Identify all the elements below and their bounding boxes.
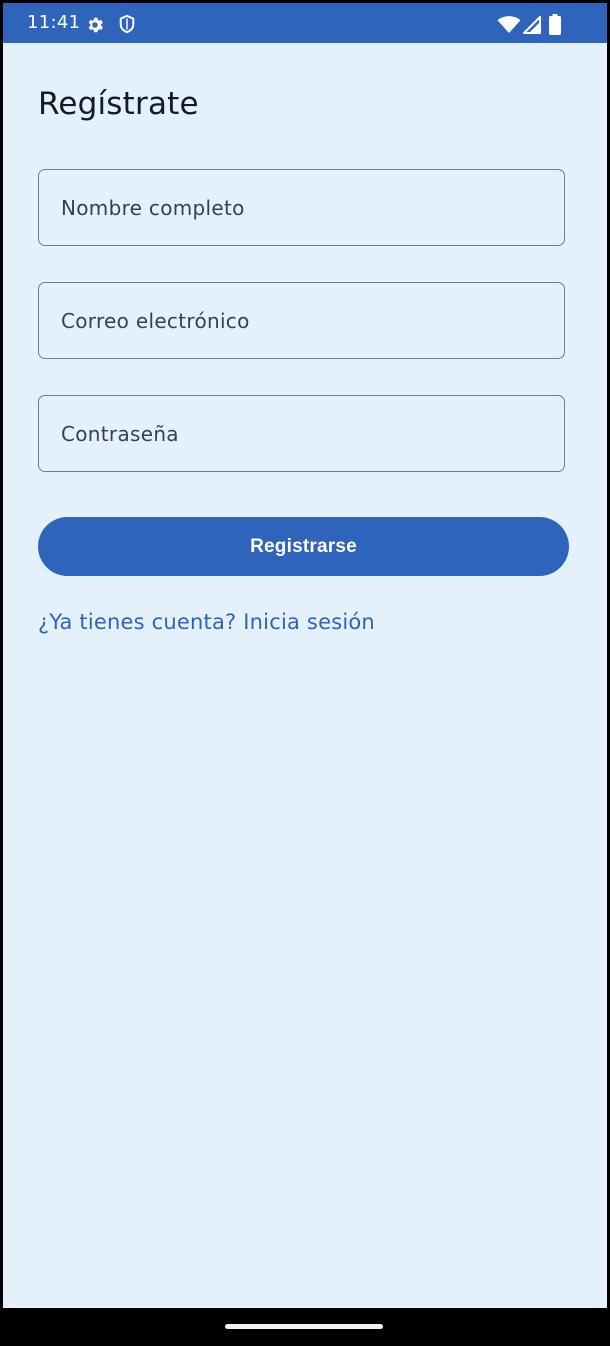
settings-gear-icon xyxy=(88,17,103,33)
home-indicator[interactable] xyxy=(225,1324,383,1329)
wifi-icon xyxy=(497,16,521,33)
shield-icon xyxy=(119,14,135,34)
password-input[interactable] xyxy=(38,395,565,472)
status-bar: 11:41 xyxy=(3,3,607,43)
email-input[interactable] xyxy=(38,282,565,359)
register-form: Regístrate Registrarse ¿Ya tienes cuenta… xyxy=(3,43,607,1308)
app-screen: 11:41 Regístrate Nombre completo Correo … xyxy=(3,3,607,1308)
status-time: 11:41 xyxy=(27,12,81,33)
login-link[interactable]: ¿Ya tienes cuenta? Inicia sesión xyxy=(38,608,375,636)
navigation-bar xyxy=(0,1308,610,1346)
page-title: Regístrate xyxy=(38,86,199,122)
signal-icon xyxy=(523,16,541,34)
full-name-input[interactable] xyxy=(38,169,565,246)
device: 11:41 Regístrate Nombre completo Correo … xyxy=(0,0,610,1346)
battery-icon xyxy=(549,14,561,35)
register-button[interactable]: Registrarse xyxy=(38,517,569,576)
